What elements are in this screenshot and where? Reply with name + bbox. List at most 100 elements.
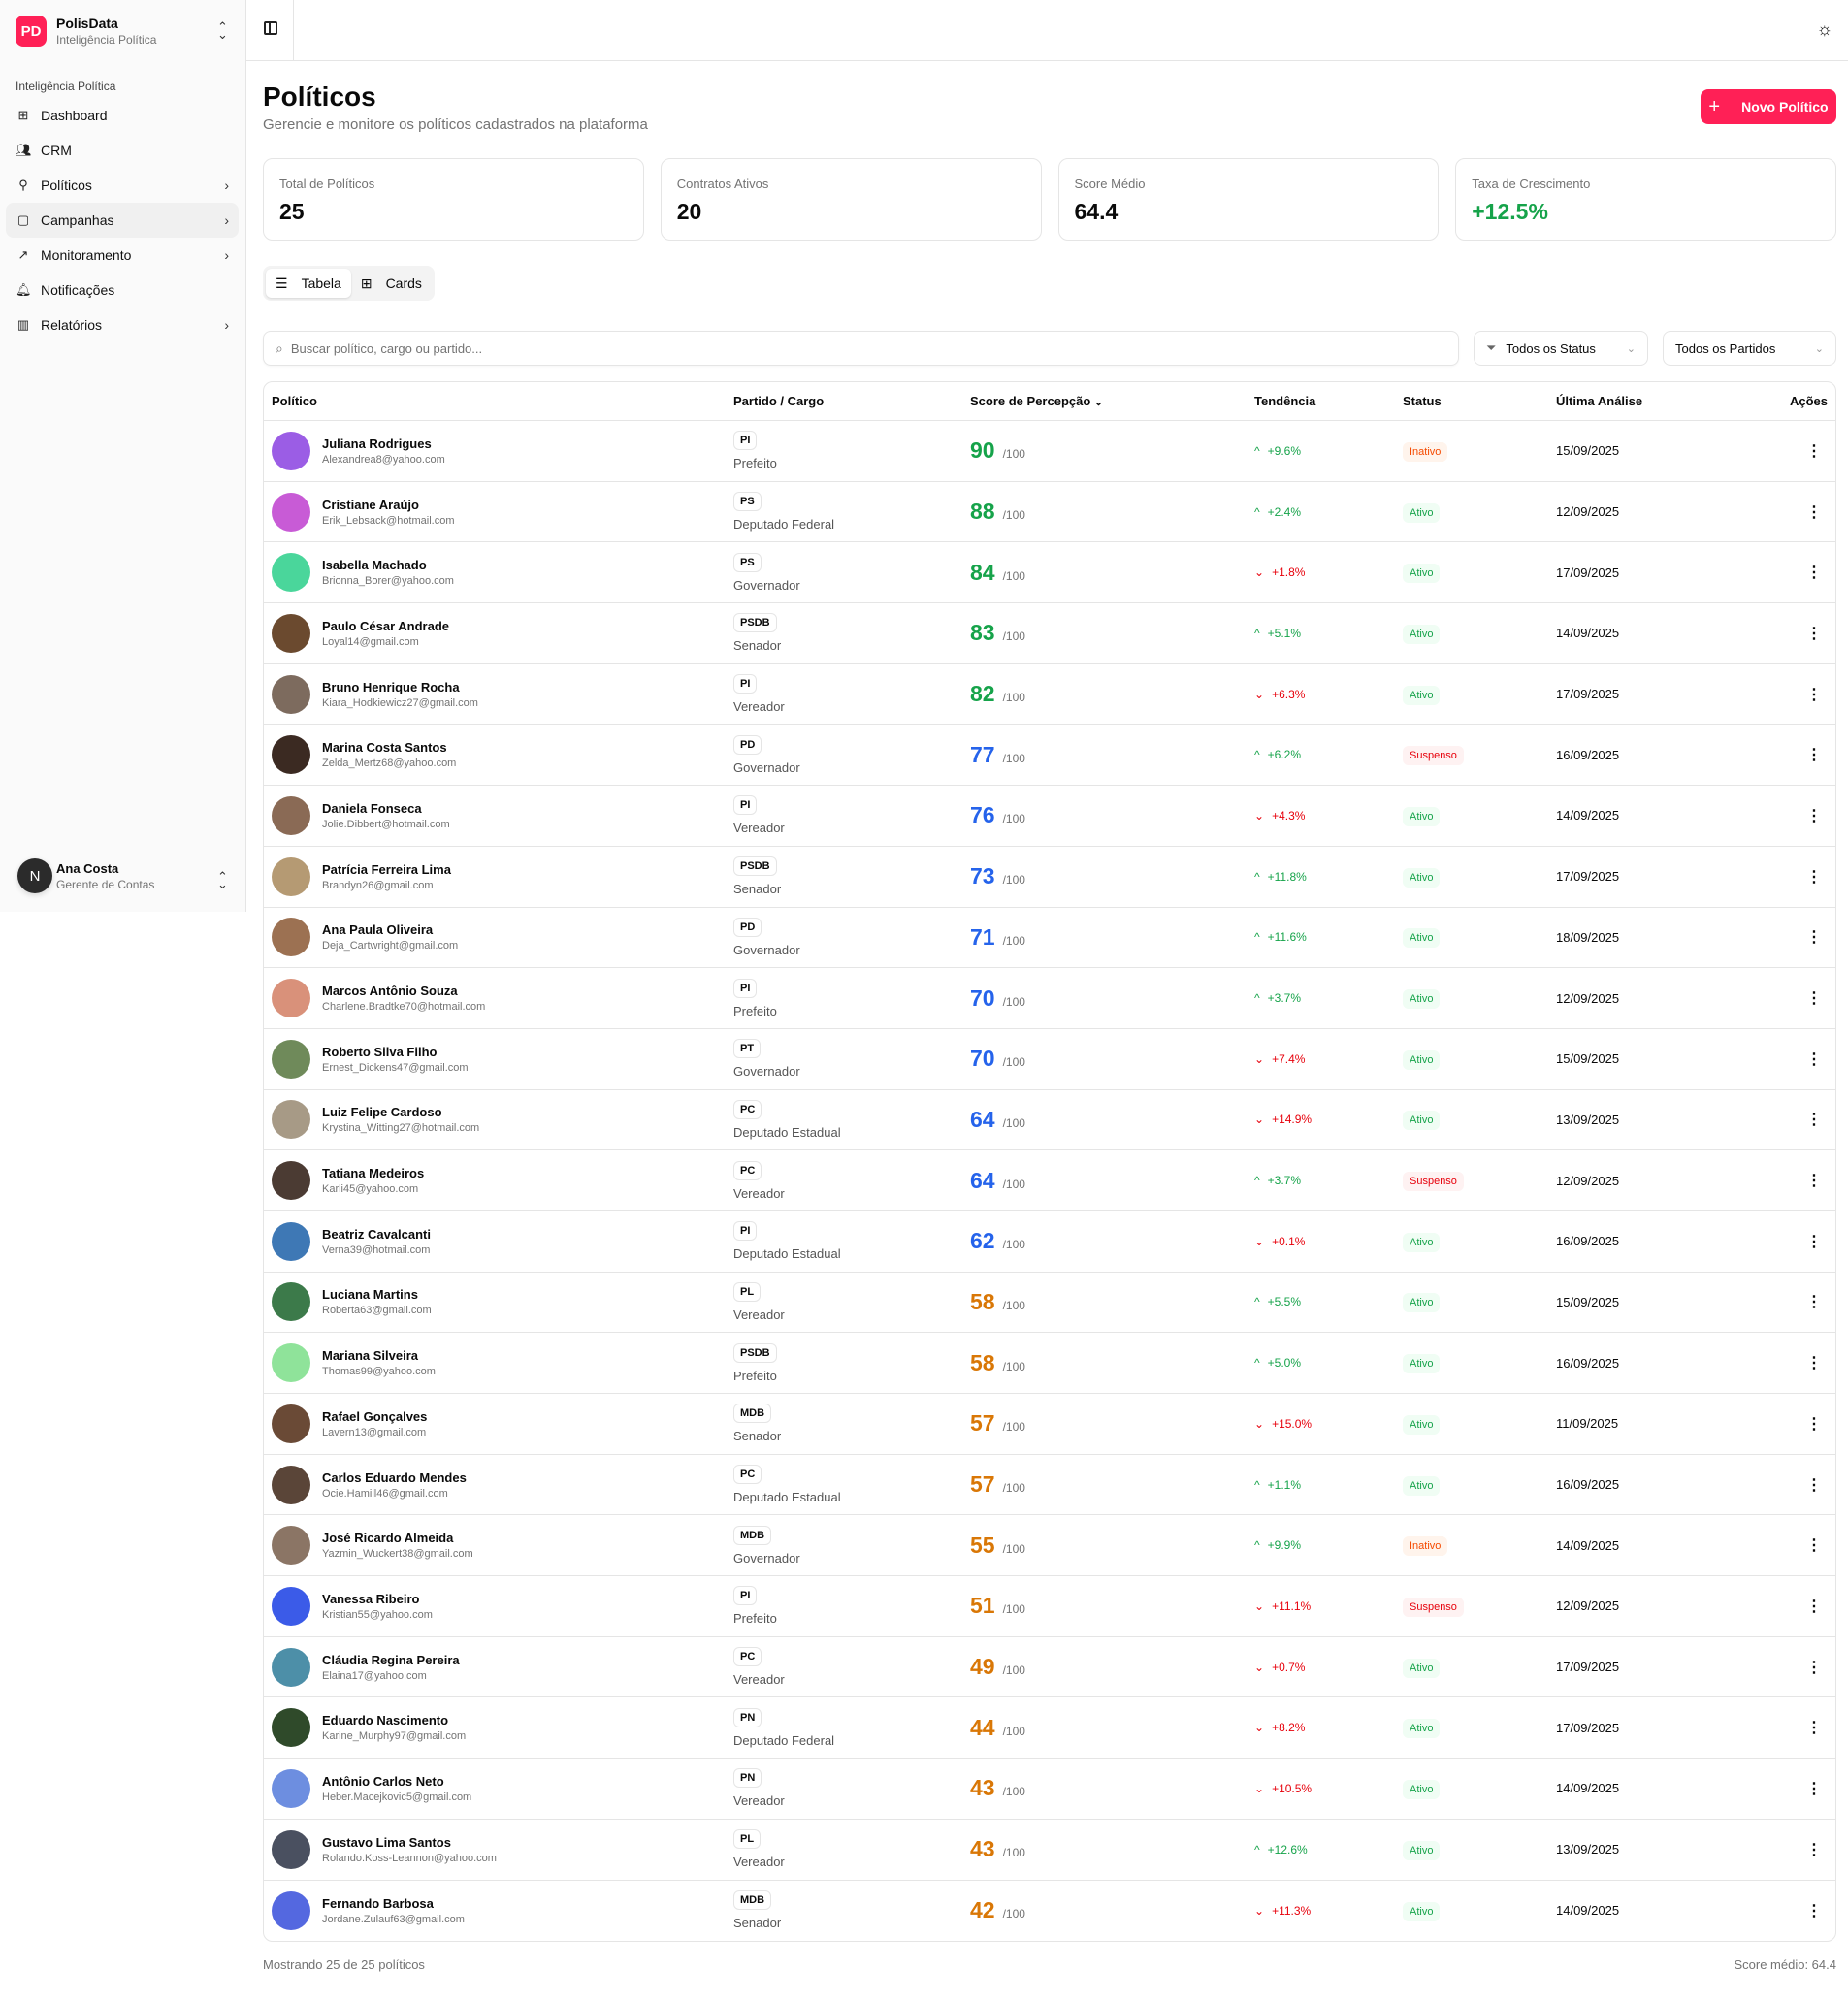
politician-name[interactable]: Roberto Silva Filho — [322, 1045, 469, 1059]
table-row[interactable]: Vanessa Ribeiro Kristian55@yahoo.com PI Pr… — [264, 1576, 1835, 1637]
table-row[interactable]: Roberto Silva Filho Ernest_Dickens47@gmai… — [264, 1029, 1835, 1090]
table-row[interactable]: Marina Costa Santos Zelda_Mertz68@yahoo.c… — [264, 725, 1835, 787]
more-actions-icon[interactable]: ⋮ — [1800, 1232, 1828, 1251]
more-actions-icon[interactable]: ⋮ — [1800, 685, 1828, 704]
more-actions-icon[interactable]: ⋮ — [1800, 624, 1828, 643]
sidebar-item-relatorios[interactable]: ▥ Relatórios › — [6, 307, 239, 342]
more-actions-icon[interactable]: ⋮ — [1800, 1475, 1828, 1495]
table-row[interactable]: Paulo César Andrade Loyal14@gmail.com PSD… — [264, 603, 1835, 664]
politician-name[interactable]: Ana Paula Oliveira — [322, 922, 458, 937]
politician-name[interactable]: Beatriz Cavalcanti — [322, 1227, 431, 1242]
table-row[interactable]: Gustavo Lima Santos Rolando.Koss-Leannon@… — [264, 1820, 1835, 1881]
politician-name[interactable]: Juliana Rodrigues — [322, 436, 445, 451]
table-row[interactable]: Luciana Martins Roberta63@gmail.com PL Ver… — [264, 1273, 1835, 1334]
more-actions-icon[interactable]: ⋮ — [1800, 1597, 1828, 1616]
politician-name[interactable]: Vanessa Ribeiro — [322, 1592, 433, 1606]
more-actions-icon[interactable]: ⋮ — [1800, 927, 1828, 947]
party-filter-select[interactable]: Todos os Partidos ⌄ — [1663, 331, 1836, 366]
politician-name[interactable]: Luiz Felipe Cardoso — [322, 1105, 479, 1119]
more-actions-icon[interactable]: ⋮ — [1800, 1049, 1828, 1069]
col-ultima-analise[interactable]: Última Análise — [1556, 394, 1642, 408]
politician-name[interactable]: Bruno Henrique Rocha — [322, 680, 478, 694]
more-actions-icon[interactable]: ⋮ — [1800, 1171, 1828, 1190]
col-politico[interactable]: Político — [272, 394, 317, 408]
politician-name[interactable]: Rafael Gonçalves — [322, 1409, 427, 1424]
col-score[interactable]: Score de Percepção ⌄ — [970, 394, 1103, 408]
sidebar-toggle-icon[interactable] — [264, 21, 277, 35]
table-row[interactable]: Patrícia Ferreira Lima Brandyn26@gmail.co… — [264, 847, 1835, 908]
table-row[interactable]: Carlos Eduardo Mendes Ocie.Hamill46@gmail… — [264, 1455, 1835, 1516]
table-row[interactable]: Eduardo Nascimento Karine_Murphy97@gmail.… — [264, 1697, 1835, 1759]
col-status[interactable]: Status — [1403, 394, 1442, 408]
more-actions-icon[interactable]: ⋮ — [1800, 563, 1828, 582]
politician-name[interactable]: Tatiana Medeiros — [322, 1166, 424, 1180]
table-row[interactable]: Mariana Silveira Thomas99@yahoo.com PSDB P… — [264, 1333, 1835, 1394]
politician-name[interactable]: Paulo César Andrade — [322, 619, 449, 633]
table-row[interactable]: Bruno Henrique Rocha Kiara_Hodkiewicz27@g… — [264, 664, 1835, 726]
table-row[interactable]: Fernando Barbosa Jordane.Zulauf63@gmail.c… — [264, 1881, 1835, 1942]
politician-name[interactable]: Cristiane Araújo — [322, 498, 455, 512]
more-actions-icon[interactable]: ⋮ — [1800, 867, 1828, 887]
sidebar-item-dashboard[interactable]: ⊞ Dashboard — [6, 98, 239, 133]
table-row[interactable]: Cristiane Araújo Erik_Lebsack@hotmail.com… — [264, 482, 1835, 543]
sidebar-item-monitoramento[interactable]: ↗ Monitoramento › — [6, 238, 239, 273]
politician-name[interactable]: Daniela Fonseca — [322, 801, 450, 816]
more-actions-icon[interactable]: ⋮ — [1800, 1535, 1828, 1555]
search-input[interactable] — [290, 340, 1458, 356]
politician-name[interactable]: Mariana Silveira — [322, 1348, 436, 1363]
sun-icon[interactable]: ☼ — [1817, 19, 1833, 40]
status-filter-select[interactable]: ⏷ Todos os Status ⌄ — [1474, 331, 1648, 366]
table-row[interactable]: Isabella Machado Brionna_Borer@yahoo.com … — [264, 542, 1835, 604]
politician-name[interactable]: Gustavo Lima Santos — [322, 1835, 497, 1850]
more-actions-icon[interactable]: ⋮ — [1800, 1414, 1828, 1434]
table-row[interactable]: Marcos Antônio Souza Charlene.Bradtke70@h… — [264, 968, 1835, 1029]
col-partido[interactable]: Partido / Cargo — [733, 394, 824, 408]
table-row[interactable]: Luiz Felipe Cardoso Krystina_Witting27@ho… — [264, 1090, 1835, 1151]
more-actions-icon[interactable]: ⋮ — [1800, 1718, 1828, 1737]
table-row[interactable]: Beatriz Cavalcanti Verna39@hotmail.com PI… — [264, 1211, 1835, 1273]
table-row[interactable]: Daniela Fonseca Jolie.Dibbert@hotmail.com… — [264, 786, 1835, 847]
politician-name[interactable]: Patrícia Ferreira Lima — [322, 862, 451, 877]
more-actions-icon[interactable]: ⋮ — [1800, 1901, 1828, 1920]
politician-name[interactable]: Eduardo Nascimento — [322, 1713, 466, 1727]
table-row[interactable]: Tatiana Medeiros Karli45@yahoo.com PC Vere… — [264, 1150, 1835, 1211]
more-actions-icon[interactable]: ⋮ — [1800, 745, 1828, 764]
tab-table[interactable]: ☰ Tabela — [266, 269, 351, 298]
sidebar-item-crm[interactable]: 👥︎ CRM — [6, 133, 239, 168]
politician-name[interactable]: Carlos Eduardo Mendes — [322, 1470, 467, 1485]
sidebar-item-notificacoes[interactable]: 🔔︎ Notificações — [6, 273, 239, 307]
more-actions-icon[interactable]: ⋮ — [1800, 441, 1828, 461]
politician-name[interactable]: Isabella Machado — [322, 558, 454, 572]
table-row[interactable]: José Ricardo Almeida Yazmin_Wuckert38@gma… — [264, 1515, 1835, 1577]
more-actions-icon[interactable]: ⋮ — [1800, 1110, 1828, 1129]
user-menu[interactable]: N Ana Costa Gerente de Contas — [17, 858, 231, 893]
new-politician-button[interactable]: + Novo Político — [1701, 89, 1836, 124]
table-row[interactable]: Rafael Gonçalves Lavern13@gmail.com MDB Se… — [264, 1394, 1835, 1455]
table-row[interactable]: Juliana Rodrigues Alexandrea8@yahoo.com P… — [264, 421, 1835, 482]
brand-switcher[interactable]: PD PolisData Inteligência Política — [16, 16, 156, 47]
more-actions-icon[interactable]: ⋮ — [1800, 1658, 1828, 1677]
tab-cards[interactable]: ⊞ Cards — [351, 269, 432, 298]
sidebar-item-politicos[interactable]: ⚲ Políticos › — [6, 168, 239, 203]
more-actions-icon[interactable]: ⋮ — [1800, 1353, 1828, 1372]
politician-name[interactable]: José Ricardo Almeida — [322, 1531, 473, 1545]
table-row[interactable]: Antônio Carlos Neto Heber.Macejkovic5@gma… — [264, 1759, 1835, 1820]
more-actions-icon[interactable]: ⋮ — [1800, 1840, 1828, 1859]
politician-name[interactable]: Marina Costa Santos — [322, 740, 456, 755]
table-row[interactable]: Cláudia Regina Pereira Elaina17@yahoo.com… — [264, 1637, 1835, 1698]
politician-name[interactable]: Fernando Barbosa — [322, 1896, 465, 1911]
politician-name[interactable]: Cláudia Regina Pereira — [322, 1653, 460, 1667]
more-actions-icon[interactable]: ⋮ — [1800, 988, 1828, 1008]
table-row[interactable]: Ana Paula Oliveira Deja_Cartwright@gmail.… — [264, 908, 1835, 969]
more-actions-icon[interactable]: ⋮ — [1800, 806, 1828, 825]
more-actions-icon[interactable]: ⋮ — [1800, 502, 1828, 522]
sidebar-item-campanhas[interactable]: ▢ Campanhas › — [6, 203, 239, 238]
politician-name[interactable]: Antônio Carlos Neto — [322, 1774, 471, 1789]
more-actions-icon[interactable]: ⋮ — [1800, 1779, 1828, 1798]
chevrons-up-down-icon[interactable]: ⌃ ⌄ — [217, 20, 228, 41]
politician-name[interactable]: Luciana Martins — [322, 1287, 432, 1302]
politician-name[interactable]: Marcos Antônio Souza — [322, 984, 485, 998]
col-tendencia[interactable]: Tendência — [1254, 394, 1315, 408]
chevrons-up-down-icon[interactable]: ⌃ ⌄ — [217, 870, 228, 890]
more-actions-icon[interactable]: ⋮ — [1800, 1292, 1828, 1311]
